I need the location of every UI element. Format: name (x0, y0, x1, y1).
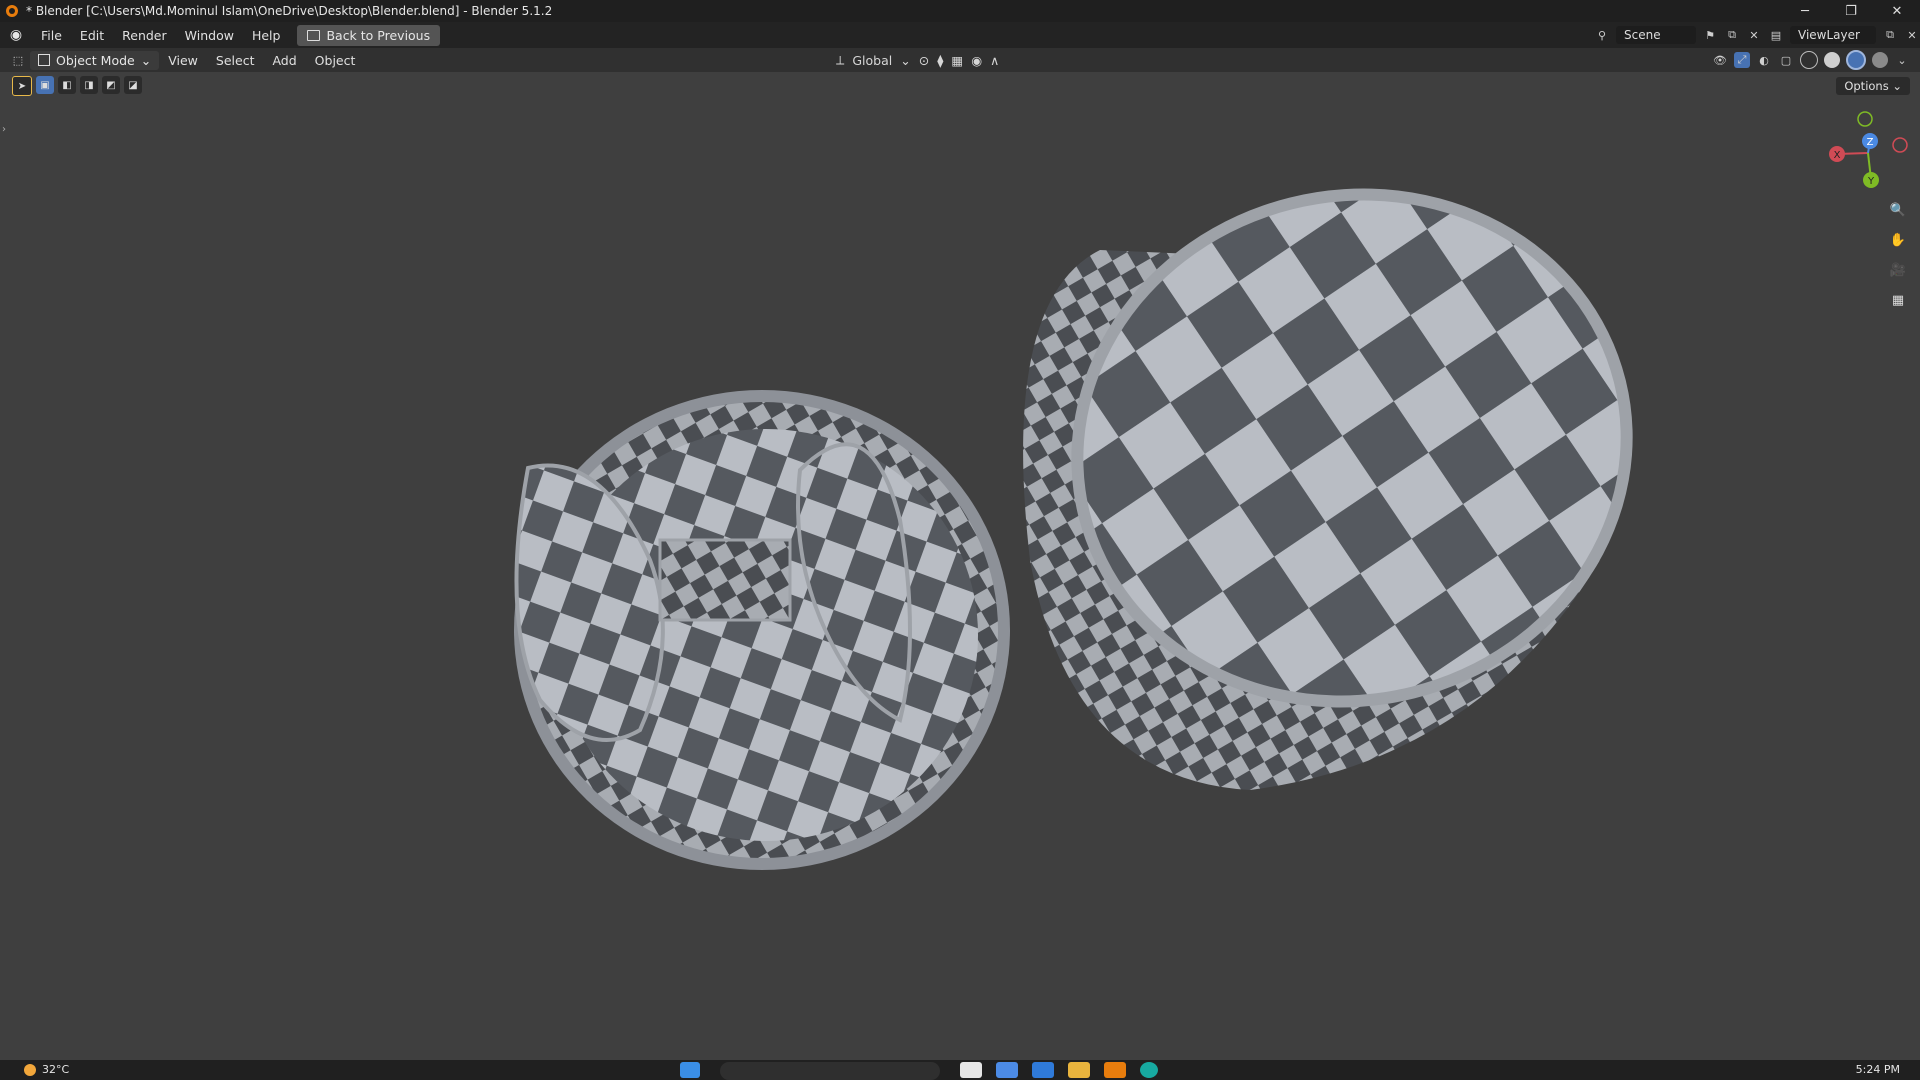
left-bowl-object[interactable] (514, 390, 1010, 870)
grid-icon[interactable]: ▦ (1886, 288, 1910, 312)
select-extend-icon[interactable]: ◧ (58, 76, 76, 94)
transform-orientation-icon: ⟂ (836, 52, 845, 67)
pan-hand-icon[interactable]: ✋ (1886, 228, 1910, 252)
gizmo-y-negative[interactable] (1857, 111, 1873, 127)
select-new-icon[interactable]: ▣ (36, 76, 54, 94)
remove-view-layer-icon[interactable]: ✕ (1904, 27, 1920, 43)
gizmo-z-label: Z (1867, 137, 1874, 148)
xray-icon[interactable]: ▢ (1778, 52, 1794, 68)
visibility-icon[interactable]: 👁 (1712, 52, 1728, 68)
menu-help[interactable]: Help (243, 25, 290, 46)
material-preview-shading-icon[interactable] (1846, 50, 1866, 70)
scene-name: Scene (1624, 28, 1661, 42)
scene-field[interactable]: Scene (1616, 26, 1696, 44)
select-invert-icon[interactable]: ◩ (102, 76, 120, 94)
window-controls: ─ ❐ ✕ (1782, 0, 1920, 22)
toolbar-expand-arrow-icon[interactable]: › (2, 124, 6, 135)
snap-grid-icon[interactable]: ▦ (951, 53, 963, 68)
gizmo-toggle-icon[interactable]: ⤢ (1734, 52, 1750, 68)
overlay-icon[interactable]: ◐ (1756, 52, 1772, 68)
back-to-previous-label: Back to Previous (326, 27, 431, 43)
pivot-point-icon[interactable]: ⊙ (919, 53, 929, 68)
menu-view[interactable]: View (159, 51, 207, 70)
minimize-button[interactable]: ─ (1782, 0, 1828, 22)
camera-icon[interactable]: 🎥 (1886, 258, 1910, 282)
select-tool-icon[interactable]: ➤ (12, 76, 32, 96)
new-scene-icon[interactable]: ⧉ (1724, 27, 1740, 43)
transform-controls: ⟂ Global ⌄ ⊙ ⧫ ▦ ◉ ∧ (836, 48, 999, 72)
options-dropdown[interactable]: Options ⌄ (1836, 77, 1910, 95)
menu-edit[interactable]: Edit (71, 25, 113, 46)
workspace-selectors: ⚲ Scene ⚑ ⧉ ✕ ▤ ViewLayer ⧉ ✕ (1594, 22, 1920, 48)
editor-type-icon[interactable]: ⬚ (10, 52, 26, 68)
proportional-editing-icon[interactable]: ◉ (971, 53, 982, 68)
shading-controls: 👁 ⤢ ◐ ▢ ⌄ (1712, 48, 1910, 72)
navigation-gizmo[interactable]: X Z Y (1829, 111, 1908, 188)
menu-file[interactable]: File (32, 25, 71, 46)
maximize-button[interactable]: ❐ (1828, 0, 1874, 22)
chevron-down-icon: ⌄ (900, 52, 911, 68)
3d-viewport[interactable]: X Z Y (0, 72, 1920, 1060)
gizmo-y-label: Y (1867, 176, 1875, 187)
options-label: Options (1844, 79, 1889, 93)
falloff-icon[interactable]: ∧ (990, 53, 999, 68)
file-explorer-icon[interactable] (1068, 1062, 1090, 1078)
menu-object[interactable]: Object (306, 51, 365, 70)
sun-icon (24, 1063, 36, 1076)
transform-orientation-dropdown[interactable]: Global (852, 53, 892, 68)
select-subtract-icon[interactable]: ◨ (80, 76, 98, 94)
pin-icon[interactable]: ⚑ (1702, 27, 1718, 43)
menu-add[interactable]: Add (263, 51, 305, 70)
object-mode-dropdown[interactable]: Object Mode ⌄ (30, 50, 160, 70)
object-mode-icon (38, 54, 50, 66)
gizmo-x-negative[interactable] (1892, 137, 1908, 153)
clock: 5:24 PM (1855, 1063, 1900, 1076)
blender-app-icon (6, 5, 18, 17)
new-view-layer-icon[interactable]: ⧉ (1882, 27, 1898, 43)
taskbar-apps (680, 1062, 700, 1078)
view-layer-field[interactable]: ViewLayer (1790, 26, 1876, 44)
object-mode-label: Object Mode (56, 52, 135, 68)
view-layer-icon[interactable]: ▤ (1768, 27, 1784, 43)
back-to-previous-button[interactable]: Back to Previous (297, 24, 441, 46)
rendered-shading-icon[interactable] (1872, 52, 1888, 68)
select-intersect-icon[interactable]: ◪ (124, 76, 142, 94)
blender-taskbar-icon[interactable] (1104, 1062, 1126, 1078)
weather-widget[interactable]: 32°C (24, 1063, 69, 1076)
right-cylinder-object[interactable] (1016, 129, 1688, 790)
gizmo-x-label: X (1834, 150, 1841, 161)
taskbar-search-box[interactable] (720, 1062, 940, 1080)
chevron-down-icon: ⌄ (140, 52, 152, 68)
window-title: * Blender [C:\Users\Md.Mominul Islam\One… (26, 4, 553, 18)
menu-render[interactable]: Render (113, 25, 176, 46)
scene-render: X Z Y (514, 111, 1908, 870)
selection-mode-toolbar: ➤ ▣ ◧ ◨ ◩ ◪ (12, 76, 142, 96)
view-layer-name: ViewLayer (1798, 28, 1860, 42)
top-menu-bar: ◉ File Edit Render Window Help Back to P… (0, 22, 1920, 48)
snap-icon[interactable]: ⧫ (937, 53, 943, 68)
screen-icon (307, 29, 321, 41)
close-button[interactable]: ✕ (1874, 0, 1920, 22)
viewport-header: ⬚ Object Mode ⌄ View Select Add Object ⟂… (0, 48, 1920, 72)
pinned-apps (960, 1062, 1158, 1078)
scene-icon[interactable]: ⚲ (1594, 27, 1610, 43)
solid-shading-icon[interactable] (1824, 52, 1840, 68)
menu-select[interactable]: Select (207, 51, 264, 70)
mail-icon[interactable] (1032, 1062, 1054, 1078)
menu-window[interactable]: Window (176, 25, 243, 46)
windows-start-icon[interactable] (680, 1062, 700, 1078)
zoom-icon[interactable]: 🔍 (1886, 198, 1910, 222)
wireframe-shading-icon[interactable] (1800, 51, 1818, 69)
title-bar: * Blender [C:\Users\Md.Mominul Islam\One… (0, 0, 1920, 22)
store-icon[interactable] (996, 1062, 1018, 1078)
remove-scene-icon[interactable]: ✕ (1746, 27, 1762, 43)
task-view-icon[interactable] (960, 1062, 982, 1078)
temperature-label: 32°C (42, 1063, 70, 1076)
edge-icon[interactable] (1140, 1062, 1158, 1078)
blender-logo-icon[interactable]: ◉ (8, 27, 24, 43)
windows-taskbar: 32°C 5:24 PM (0, 1060, 1920, 1080)
chevron-down-icon[interactable]: ⌄ (1894, 52, 1910, 68)
